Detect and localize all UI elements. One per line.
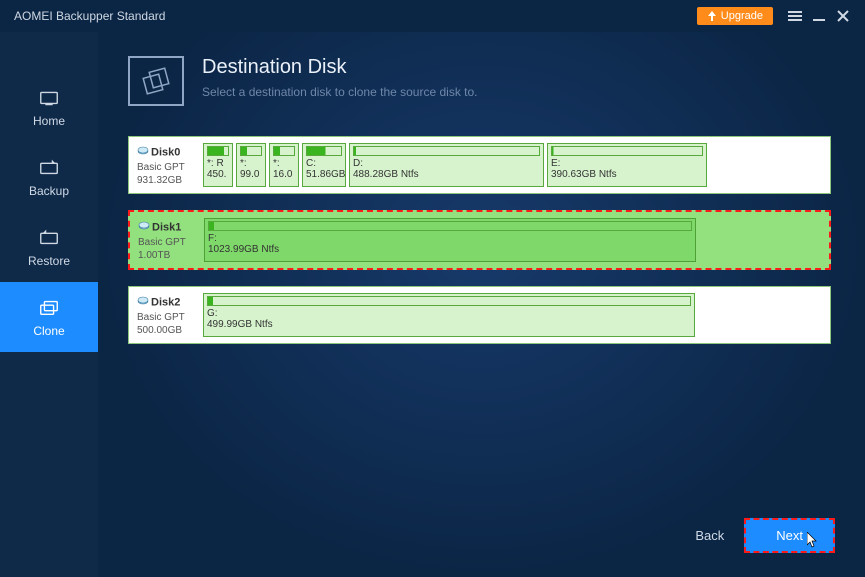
partition-usage-bar xyxy=(207,296,691,306)
partitions: *: R450.*:99.0*:16.0C:51.86GBD:488.28GB … xyxy=(203,143,824,187)
disk-type: Basic GPT xyxy=(138,237,186,248)
disk-icon xyxy=(137,295,149,311)
disk-size: 500.00GB xyxy=(137,325,182,336)
disk-card[interactable]: Disk1 Basic GPT 1.00TB F:1023.99GB Ntfs xyxy=(128,210,831,270)
disk-name: Disk0 xyxy=(151,147,180,159)
titlebar: AOMEI Backupper Standard Upgrade xyxy=(0,0,865,32)
disk-icon xyxy=(137,145,149,161)
partition[interactable]: G:499.99GB Ntfs xyxy=(203,293,695,337)
partition-size: 499.99GB Ntfs xyxy=(207,319,691,330)
partition-usage-bar xyxy=(207,146,229,156)
disk-card[interactable]: Disk2 Basic GPT 500.00GB G:499.99GB Ntfs xyxy=(128,286,831,344)
partition-letter: C: xyxy=(306,158,342,169)
partitions: G:499.99GB Ntfs xyxy=(203,293,824,337)
partition-size: 51.86GB xyxy=(306,169,342,180)
partition[interactable]: *:16.0 xyxy=(269,143,299,187)
disk-icon xyxy=(138,220,150,236)
disk-info: Disk2 Basic GPT 500.00GB xyxy=(135,293,203,337)
menu-icon[interactable] xyxy=(783,4,807,28)
sidebar-label: Clone xyxy=(33,324,64,338)
upgrade-label: Upgrade xyxy=(721,10,763,22)
partition-letter: *: R xyxy=(207,158,229,169)
sidebar-label: Home xyxy=(33,114,65,128)
clone-icon xyxy=(38,296,60,318)
partition-letter: *: xyxy=(240,158,262,169)
partition[interactable]: D:488.28GB Ntfs xyxy=(349,143,544,187)
partition-letter: D: xyxy=(353,158,540,169)
sidebar-item-home[interactable]: Home xyxy=(0,72,98,142)
page-title: Destination Disk xyxy=(202,56,478,79)
page-subtitle: Select a destination disk to clone the s… xyxy=(202,85,478,99)
partition[interactable]: *: R450. xyxy=(203,143,233,187)
disk-name: Disk2 xyxy=(151,297,180,309)
home-icon xyxy=(38,86,60,108)
partition-usage-bar xyxy=(353,146,540,156)
destination-disk-icon xyxy=(128,56,184,106)
sidebar-item-clone[interactable]: Clone xyxy=(0,282,98,352)
disk-card[interactable]: Disk0Basic GPT931.32GB*: R450.*:99.0*:16… xyxy=(128,136,831,194)
partition-letter: E: xyxy=(551,158,703,169)
next-button[interactable]: Next xyxy=(744,518,835,553)
upgrade-button[interactable]: Upgrade xyxy=(697,7,773,25)
partition-size: 488.28GB Ntfs xyxy=(353,169,540,180)
partitions: F:1023.99GB Ntfs xyxy=(204,218,823,262)
disk-list: Disk0Basic GPT931.32GB*: R450.*:99.0*:16… xyxy=(128,136,831,344)
partition-usage-bar xyxy=(208,221,692,231)
content: Destination Disk Select a destination di… xyxy=(98,32,865,577)
partition-size: 99.0 xyxy=(240,169,262,180)
partition-letter: G: xyxy=(207,308,691,319)
partition-size: 1023.99GB Ntfs xyxy=(208,244,692,255)
app-title: AOMEI Backupper Standard xyxy=(10,9,697,23)
sidebar-item-restore[interactable]: Restore xyxy=(0,212,98,282)
sidebar: Home Backup Restore Clone xyxy=(0,32,98,577)
partition-usage-bar xyxy=(273,146,295,156)
sidebar-label: Backup xyxy=(29,184,69,198)
partition[interactable]: F:1023.99GB Ntfs xyxy=(204,218,696,262)
disk-info: Disk1 Basic GPT 1.00TB xyxy=(136,218,204,262)
partition-size: 16.0 xyxy=(273,169,295,180)
sidebar-item-backup[interactable]: Backup xyxy=(0,142,98,212)
backup-icon xyxy=(38,156,60,178)
partition-size: 390.63GB Ntfs xyxy=(551,169,703,180)
disk-size: 931.32GB xyxy=(137,175,182,186)
partition-size: 450. xyxy=(207,169,229,180)
sidebar-label: Restore xyxy=(28,254,70,268)
disk-type: Basic GPT xyxy=(137,312,185,323)
back-button[interactable]: Back xyxy=(695,528,724,543)
close-icon[interactable] xyxy=(831,4,855,28)
cursor-icon xyxy=(807,532,819,548)
partition[interactable]: *:99.0 xyxy=(236,143,266,187)
minimize-icon[interactable] xyxy=(807,4,831,28)
partition-usage-bar xyxy=(306,146,342,156)
partition[interactable]: E:390.63GB Ntfs xyxy=(547,143,707,187)
partition-usage-bar xyxy=(240,146,262,156)
partition-letter: F: xyxy=(208,233,692,244)
partition-letter: *: xyxy=(273,158,295,169)
upgrade-icon xyxy=(707,11,717,21)
disk-size: 1.00TB xyxy=(138,250,170,261)
disk-info: Disk0 Basic GPT 931.32GB xyxy=(135,143,203,187)
restore-icon xyxy=(38,226,60,248)
next-label: Next xyxy=(776,528,803,543)
disk-name: Disk1 xyxy=(152,222,181,234)
disk-type: Basic GPT xyxy=(137,162,185,173)
partition[interactable]: C:51.86GB xyxy=(302,143,346,187)
partition-usage-bar xyxy=(551,146,703,156)
